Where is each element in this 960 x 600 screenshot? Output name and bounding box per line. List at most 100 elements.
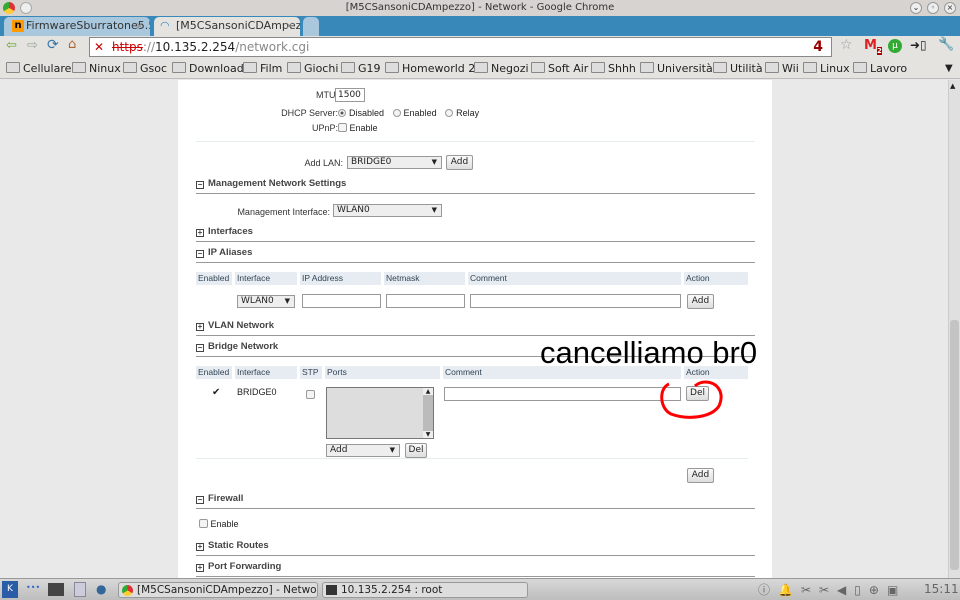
bookmark-folder[interactable]: Lavoro [853, 58, 907, 79]
bookmark-folder[interactable]: G19 [341, 58, 381, 79]
bookmark-folder[interactable]: Università [640, 58, 713, 79]
mtu-input[interactable]: 1500 [335, 88, 365, 102]
content-panel: MTU: 1500 DHCP Server: Disabled Enabled … [178, 80, 772, 578]
address-bar[interactable]: ✕ https://10.135.2.254/network.cgi 4 [89, 37, 832, 57]
file-manager-icon[interactable] [74, 582, 86, 597]
alias-ip-input[interactable] [302, 294, 381, 308]
dhcp-enabled-radio[interactable] [392, 109, 401, 117]
close-tab-icon[interactable]: × [135, 17, 144, 35]
section-static-routes[interactable]: + Static Routes [196, 540, 755, 556]
bookmark-folder[interactable]: Film [243, 58, 282, 79]
bookmark-folder[interactable]: Linux [803, 58, 850, 79]
collapse-icon[interactable]: − [196, 344, 204, 352]
scrollbar-thumb[interactable] [950, 320, 959, 570]
task-terminal[interactable]: 10.135.2.254 : root [322, 582, 528, 598]
dhcp-label: DHCP Server: [281, 108, 338, 118]
kde-menu-icon[interactable]: K [2, 581, 18, 598]
new-tab-button[interactable] [303, 17, 319, 36]
bookmark-folder[interactable]: Utilità [713, 58, 763, 79]
chrome-icon [122, 585, 133, 596]
bookmark-folder[interactable]: Gsoc [123, 58, 167, 79]
bookmark-folder[interactable]: Giochi [287, 58, 338, 79]
alias-add-button[interactable]: Add [687, 294, 714, 309]
expand-icon[interactable]: + [196, 229, 204, 237]
col-interface: Interface [235, 366, 297, 379]
ports-listbox[interactable]: ▲ ▼ [326, 387, 434, 439]
close-tab-icon[interactable]: × [285, 17, 294, 35]
chrome-icon [3, 2, 15, 14]
section-ip-aliases[interactable]: − IP Aliases [196, 247, 755, 263]
alias-comment-input[interactable] [470, 294, 681, 308]
section-management[interactable]: − Management Network Settings [196, 178, 755, 194]
bookmark-folder[interactable]: Shhh [591, 58, 636, 79]
bookmark-folder[interactable]: Soft Air [531, 58, 588, 79]
section-interfaces[interactable]: + Interfaces [196, 226, 755, 242]
bookmark-folder[interactable]: Ninux [72, 58, 121, 79]
ports-add-select[interactable]: Add [326, 444, 400, 457]
section-vlan[interactable]: + VLAN Network [196, 320, 755, 336]
expand-icon[interactable]: + [196, 323, 204, 331]
bridge-comment-input[interactable] [444, 387, 681, 401]
alias-netmask-input[interactable] [386, 294, 465, 308]
bookmark-folder[interactable]: Negozi [474, 58, 529, 79]
close-button[interactable]: × [944, 2, 956, 14]
firewall-enable-checkbox[interactable] [199, 519, 208, 528]
bridge-add-button[interactable]: Add [687, 468, 714, 483]
col-action: Action [684, 272, 748, 285]
col-ports: Ports [325, 366, 440, 379]
wrench-icon[interactable]: 🔧 [938, 37, 954, 52]
section-port-forwarding[interactable]: + Port Forwarding [196, 561, 755, 577]
expand-icon[interactable]: + [196, 543, 204, 551]
bookmark-folder[interactable]: Download [172, 58, 244, 79]
bookmark-folder[interactable]: Cellulare [6, 58, 71, 79]
network-globe-icon[interactable]: ● [96, 582, 106, 596]
bookmarks-overflow-icon[interactable]: ▼ [945, 58, 953, 79]
minimize-button[interactable]: ⌄ [910, 2, 922, 14]
tab-firmware[interactable]: n FirmwareSburratone5.5 × [4, 17, 150, 36]
window-menu-button[interactable] [20, 2, 32, 14]
star-icon[interactable]: ☆ [840, 37, 853, 53]
alias-interface-select[interactable]: WLAN0 [237, 295, 295, 308]
page-scrollbar[interactable]: ▲ [948, 80, 960, 578]
annotation-text: cancelliamo br0 [540, 335, 758, 370]
extension-badge[interactable]: 4 [813, 38, 823, 56]
col-enabled: Enabled [196, 366, 232, 379]
forward-icon[interactable]: ⇨ [27, 38, 38, 53]
collapse-icon[interactable]: − [196, 496, 204, 504]
ports-del-button[interactable]: Del [405, 443, 427, 458]
task-chrome[interactable]: [M5CSansoniCDAmpezzo] - Network - [118, 582, 318, 598]
bookmark-folder[interactable]: Wii [765, 58, 799, 79]
bookmark-folder[interactable]: Homeworld 2 [385, 58, 475, 79]
activities-icon[interactable]: ••• [26, 583, 40, 592]
tab-label: [M5CSansoniCDAmpezzo] [176, 19, 300, 32]
bridge-stp-checkbox[interactable] [306, 390, 315, 399]
upnp-enable-label: Enable [349, 123, 378, 133]
send-to-phone-icon[interactable]: ➜▯ [910, 38, 927, 52]
collapse-icon[interactable]: − [196, 181, 204, 189]
utorrent-icon[interactable]: µ [888, 39, 902, 53]
tray-icons[interactable]: ⓘ🔔✂✂◀▯⊕▣ [758, 581, 906, 598]
section-firewall[interactable]: − Firewall [196, 493, 755, 509]
bridge-enabled-checkbox[interactable]: ✔ [212, 387, 220, 398]
add-lan-select[interactable]: BRIDGE0 [347, 156, 442, 169]
taskbar: K ••• ● [M5CSansoniCDAmpezzo] - Network … [0, 578, 960, 600]
show-desktop-icon[interactable] [48, 583, 64, 596]
expand-icon[interactable]: + [196, 564, 204, 572]
dhcp-disabled-radio[interactable] [338, 109, 346, 117]
collapse-icon[interactable]: − [196, 250, 204, 258]
bookmarks-bar: Cellulare Ninux Gsoc Download Film Gioch… [0, 58, 960, 79]
insecure-lock-icon: ✕ [94, 40, 105, 54]
management-interface-select[interactable]: WLAN0 [333, 204, 442, 217]
ports-scrollbar[interactable]: ▲ ▼ [423, 388, 433, 438]
gmail-icon[interactable]: M2 [864, 38, 882, 55]
dhcp-relay-radio[interactable] [445, 109, 454, 117]
upnp-checkbox[interactable] [338, 123, 347, 132]
tab-network[interactable]: ◠ [M5CSansoniCDAmpezzo]× [154, 17, 300, 36]
reload-icon[interactable]: ⟳ [47, 37, 59, 53]
clock[interactable]: 15:11 [924, 582, 959, 596]
home-icon[interactable]: ⌂ [68, 37, 76, 52]
back-icon[interactable]: ⇦ [6, 38, 17, 53]
add-lan-button[interactable]: Add [446, 155, 473, 170]
maximize-button[interactable]: ◦ [927, 2, 939, 14]
url-host: 10.135.2.254 [155, 40, 236, 54]
